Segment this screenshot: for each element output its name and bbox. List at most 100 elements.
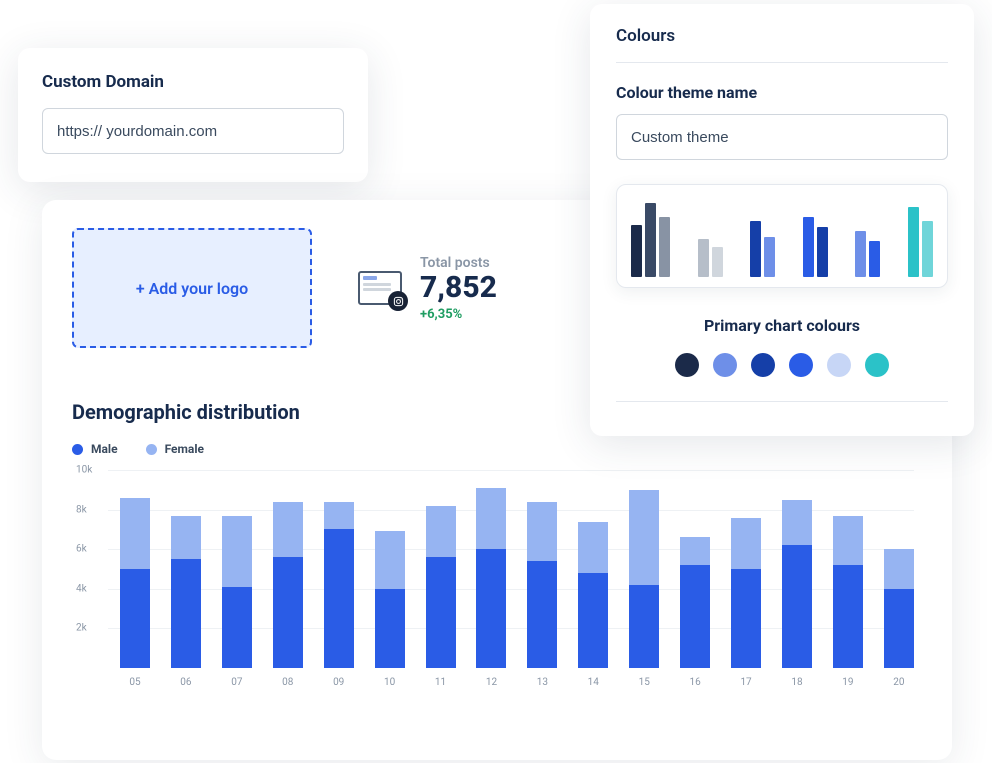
legend-male-label: Male [91,442,118,456]
bar-segment-female [120,498,150,569]
custom-domain-card: Custom Domain [18,48,368,182]
scheme-group [698,239,723,277]
bar-column: 18 [782,500,812,668]
scheme-bar [803,217,814,277]
bar-stack [884,549,914,668]
bar-stack [782,500,812,668]
bar-stack [629,490,659,668]
chart-legend: Male Female [72,442,922,456]
bar-segment-male [273,557,303,668]
bar-segment-male [731,569,761,668]
bar-segment-male [375,589,405,668]
bar-stack [171,516,201,668]
bar-column: 19 [833,516,863,668]
bar-segment-female [884,549,914,589]
colour-swatch[interactable] [713,353,737,377]
bar-column: 12 [476,488,506,668]
colour-swatch[interactable] [865,353,889,377]
instagram-icon [388,291,408,311]
colours-panel: Colours Colour theme name Primary chart … [590,4,974,436]
bar-segment-female [324,502,354,530]
bar-segment-male [120,569,150,668]
bar-segment-female [222,516,252,587]
x-axis-tick: 20 [884,677,914,688]
scheme-group [803,217,828,277]
colours-heading: Colours [616,26,948,63]
scheme-group [855,231,880,277]
x-axis-tick: 15 [629,677,659,688]
x-axis-tick: 08 [273,677,303,688]
y-axis-tick: 2k [76,623,87,634]
bar-stack [273,502,303,668]
bar-segment-female [833,516,863,566]
bar-stack [426,506,456,668]
bar-segment-male [171,559,201,668]
bar-segment-male [782,545,812,668]
legend-female: Female [146,442,204,456]
primary-colours-label: Primary chart colours [616,316,948,335]
theme-name-label: Colour theme name [616,83,948,102]
colour-swatch[interactable] [675,353,699,377]
scheme-bar [869,241,880,277]
legend-dot-female [146,444,157,455]
scheme-bar [855,231,866,277]
x-axis-tick: 11 [426,677,456,688]
bar-segment-male [324,529,354,668]
scheme-group [631,203,670,277]
bar-stack [731,518,761,668]
domain-input[interactable] [42,108,344,154]
scheme-bar [817,227,828,277]
bar-column: 17 [731,518,761,668]
total-posts-stat: Total posts 7,852 +6,35% [358,255,497,322]
x-axis-tick: 13 [527,677,557,688]
y-axis-tick: 10k [76,465,92,476]
colour-scheme-preview[interactable] [616,184,948,288]
x-axis-tick: 05 [120,677,150,688]
bar-segment-male [222,587,252,668]
bar-column: 15 [629,490,659,668]
x-axis-tick: 14 [578,677,608,688]
colour-swatch[interactable] [827,353,851,377]
custom-domain-title: Custom Domain [42,72,344,92]
y-axis-tick: 4k [76,583,87,594]
bar-stack [476,488,506,668]
chart-bars: 05060708091011121314151617181920 [120,470,914,668]
theme-name-input[interactable] [616,114,948,160]
bar-segment-male [476,549,506,668]
colour-swatch[interactable] [789,353,813,377]
bar-segment-female [476,488,506,549]
x-axis-tick: 12 [476,677,506,688]
posts-delta: +6,35% [420,307,497,322]
bar-segment-female [782,500,812,546]
bar-segment-male [884,589,914,668]
x-axis-tick: 18 [782,677,812,688]
y-axis-tick: 6k [76,544,87,555]
bar-segment-female [527,502,557,561]
scheme-bar [908,207,919,277]
posts-label: Total posts [420,255,497,271]
bar-column: 09 [324,502,354,668]
bar-stack [578,522,608,669]
x-axis-tick: 06 [171,677,201,688]
colour-swatch[interactable] [751,353,775,377]
scheme-bar [645,203,656,277]
x-axis-tick: 10 [375,677,405,688]
x-axis-tick: 19 [833,677,863,688]
scheme-bar [712,247,723,277]
add-logo-dropzone[interactable]: + Add your logo [72,228,312,348]
bar-column: 10 [375,531,405,668]
bar-stack [527,502,557,668]
add-logo-label: + Add your logo [136,279,248,298]
bar-column: 14 [578,522,608,669]
x-axis-tick: 07 [222,677,252,688]
scheme-bar [631,225,642,277]
bar-segment-male [426,557,456,668]
demographic-chart: 2k4k6k8k10k05060708091011121314151617181… [108,470,914,690]
posts-text: Total posts 7,852 +6,35% [420,255,497,322]
scheme-bar [659,217,670,277]
bar-segment-female [680,537,710,565]
bar-segment-male [527,561,557,668]
bar-stack [375,531,405,668]
posts-value: 7,852 [420,273,497,303]
primary-swatches [616,353,948,402]
